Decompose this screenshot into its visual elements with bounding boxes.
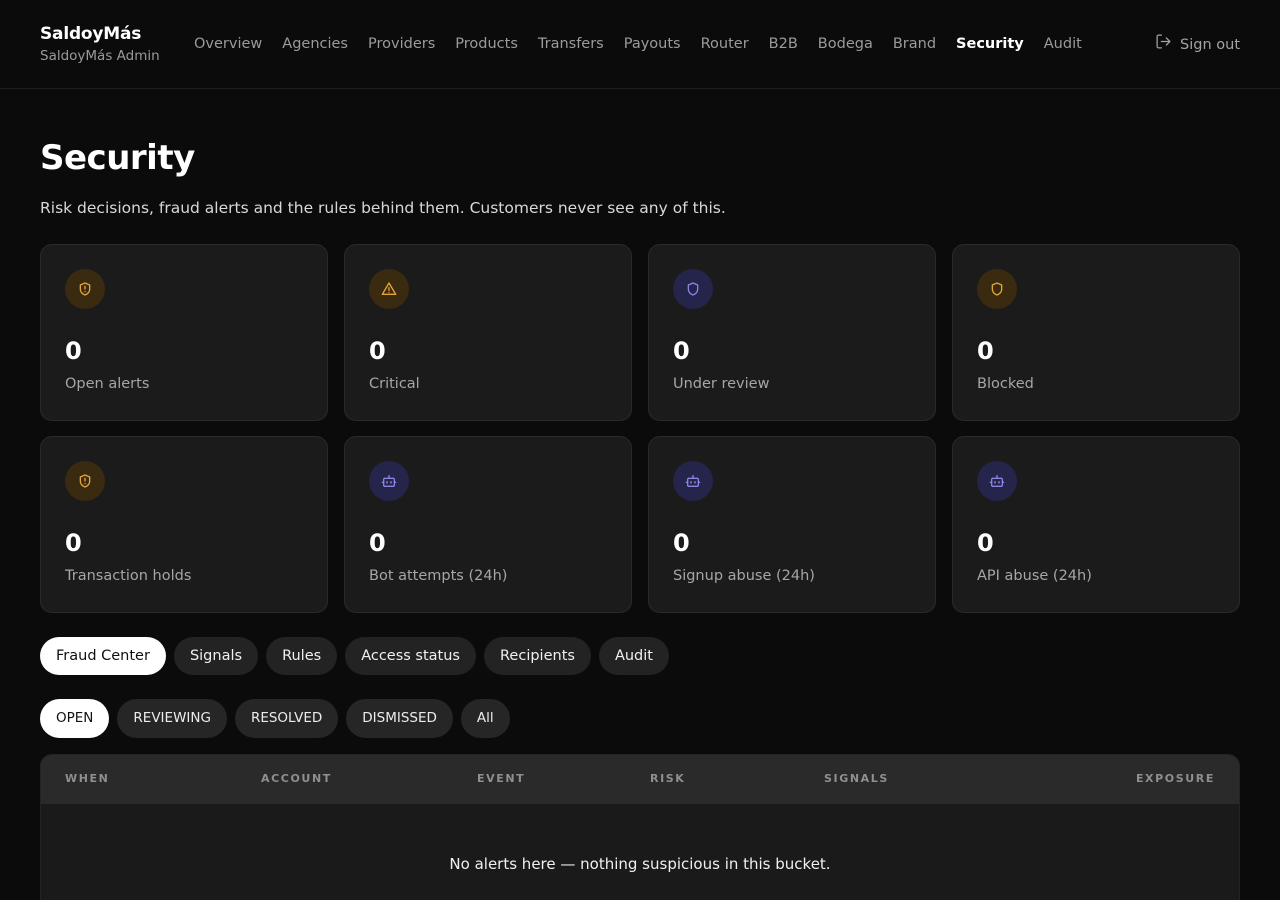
- nav-item-overview[interactable]: Overview: [194, 33, 262, 55]
- stat-card-signup-abuse: 0 Signup abuse (24h): [648, 436, 936, 613]
- nav-item-bodega[interactable]: Bodega: [818, 33, 873, 55]
- stat-value: 0: [673, 337, 690, 365]
- nav-item-providers[interactable]: Providers: [368, 33, 435, 55]
- column-header-account[interactable]: ACCOUNT: [261, 772, 332, 786]
- empty-state-message: No alerts here — nothing suspicious in t…: [449, 855, 831, 873]
- stat-value: 0: [65, 337, 82, 365]
- stat-label: Critical: [369, 376, 420, 392]
- sign-out-icon: [1155, 33, 1172, 57]
- column-header-signals[interactable]: SIGNALS: [824, 772, 889, 786]
- nav-item-security[interactable]: Security: [956, 33, 1024, 55]
- column-header-risk[interactable]: RISK: [650, 772, 685, 786]
- bot-icon: [673, 461, 713, 501]
- stat-label: Under review: [673, 376, 770, 392]
- bot-icon: [977, 461, 1017, 501]
- brand-name: SaldoyMás: [40, 24, 142, 44]
- filter-resolved[interactable]: RESOLVED: [234, 699, 339, 738]
- stat-value: 0: [977, 337, 994, 365]
- status-filters: OPEN REVIEWING RESOLVED DISMISSED All: [40, 699, 510, 738]
- filter-reviewing[interactable]: REVIEWING: [117, 699, 227, 738]
- nav-item-audit[interactable]: Audit: [1044, 33, 1082, 55]
- stat-card-transaction-holds: 0 Transaction holds: [40, 436, 328, 613]
- stat-card-critical: 0 Critical: [344, 244, 632, 421]
- stat-label: Open alerts: [65, 376, 150, 392]
- table-header: WHEN ACCOUNT EVENT RISK SIGNALS EXPOSURE: [41, 755, 1239, 804]
- filter-open[interactable]: OPEN: [40, 699, 110, 738]
- nav-item-router[interactable]: Router: [701, 33, 749, 55]
- nav-item-transfers[interactable]: Transfers: [538, 33, 604, 55]
- column-header-when[interactable]: WHEN: [65, 772, 109, 786]
- shield-alert-icon: [65, 269, 105, 309]
- stat-card-api-abuse: 0 API abuse (24h): [952, 436, 1240, 613]
- nav-item-brand[interactable]: Brand: [893, 33, 936, 55]
- warning-triangle-icon: [369, 269, 409, 309]
- brand[interactable]: SaldoyMás SaldoyMás Admin: [40, 23, 160, 66]
- page-description: Risk decisions, fraud alerts and the rul…: [40, 199, 726, 217]
- stat-value: 0: [369, 337, 386, 365]
- page-title: Security: [40, 138, 195, 178]
- shield-alert-icon: [65, 461, 105, 501]
- stat-value: 0: [977, 529, 994, 557]
- main-nav: Overview Agencies Providers Products Tra…: [194, 33, 1102, 55]
- filter-dismissed[interactable]: DISMISSED: [346, 699, 453, 738]
- stat-label: Transaction holds: [65, 568, 192, 584]
- tab-rules[interactable]: Rules: [266, 637, 338, 675]
- sign-out-button[interactable]: Sign out: [1155, 33, 1240, 57]
- tab-recipients[interactable]: Recipients: [484, 637, 591, 675]
- tab-fraud-center[interactable]: Fraud Center: [40, 637, 166, 675]
- stat-card-under-review: 0 Under review: [648, 244, 936, 421]
- bot-icon: [369, 461, 409, 501]
- stat-value: 0: [673, 529, 690, 557]
- top-navigation-bar: SaldoyMás SaldoyMás Admin Overview Agenc…: [0, 0, 1280, 89]
- stat-card-bot-attempts: 0 Bot attempts (24h): [344, 436, 632, 613]
- stat-label: API abuse (24h): [977, 568, 1092, 584]
- stat-label: Blocked: [977, 376, 1034, 392]
- tab-audit[interactable]: Audit: [598, 637, 669, 675]
- alerts-table: WHEN ACCOUNT EVENT RISK SIGNALS EXPOSURE…: [40, 754, 1240, 900]
- nav-item-payouts[interactable]: Payouts: [624, 33, 681, 55]
- stat-card-blocked: 0 Blocked: [952, 244, 1240, 421]
- nav-item-b2b[interactable]: B2B: [769, 33, 798, 55]
- section-tabs: Fraud Center Signals Rules Access status…: [40, 637, 669, 675]
- shield-icon: [977, 269, 1017, 309]
- sign-out-label: Sign out: [1180, 37, 1240, 53]
- stat-label: Signup abuse (24h): [673, 568, 815, 584]
- tab-signals[interactable]: Signals: [173, 637, 259, 675]
- column-header-event[interactable]: EVENT: [477, 772, 525, 786]
- stat-card-open-alerts: 0 Open alerts: [40, 244, 328, 421]
- brand-subtitle: SaldoyMás Admin: [40, 48, 160, 64]
- filter-all[interactable]: All: [460, 699, 510, 738]
- column-header-exposure[interactable]: EXPOSURE: [1136, 772, 1215, 786]
- stat-value: 0: [65, 529, 82, 557]
- nav-item-agencies[interactable]: Agencies: [282, 33, 348, 55]
- stat-value: 0: [369, 529, 386, 557]
- shield-icon: [673, 269, 713, 309]
- nav-item-products[interactable]: Products: [455, 33, 518, 55]
- tab-access-status[interactable]: Access status: [345, 637, 476, 675]
- stat-label: Bot attempts (24h): [369, 568, 508, 584]
